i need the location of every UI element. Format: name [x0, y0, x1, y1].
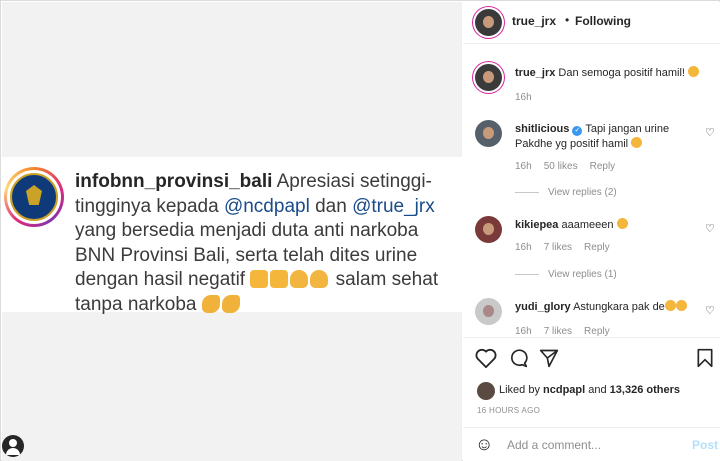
laughing-emoji-icon	[688, 66, 700, 77]
post-timestamp[interactable]: 16 HOURS AGO	[477, 406, 540, 415]
thumbs-up-emoji-icon	[270, 270, 289, 288]
follow-status-button[interactable]: Following	[575, 14, 631, 28]
comment-like-heart-icon[interactable]: ♡	[705, 304, 715, 317]
media-avatar-ring	[4, 167, 64, 227]
flex-emoji-icon	[201, 294, 220, 313]
comment-avatar[interactable]	[475, 298, 502, 325]
comment-text: yudi_glory Astungkara pak de	[515, 300, 695, 315]
comment-time: 16h	[515, 326, 532, 337]
smile-emoji-icon	[675, 300, 687, 311]
comment-username[interactable]: true_jrx	[515, 67, 555, 79]
comment-avatar[interactable]	[475, 216, 502, 243]
emoji-picker-icon[interactable]: ☺	[475, 435, 493, 453]
verified-badge-icon: ✓	[572, 126, 583, 136]
comment-time: 16h	[515, 92, 532, 103]
user-tag-icon[interactable]	[2, 435, 24, 457]
save-bookmark-icon[interactable]	[696, 348, 714, 368]
comment-text: true_jrx Dan semoga positif hamil!	[515, 66, 705, 81]
reply-button[interactable]: Reply	[584, 326, 610, 337]
liked-by-avatar[interactable]	[477, 382, 495, 400]
pray-emoji-icon	[664, 300, 676, 311]
mention-ncdpapl: @ncdpapl	[223, 195, 310, 217]
liked-by-text: Liked by ncdpapl and 13,326 others	[499, 384, 680, 396]
comment-username[interactable]: yudi_glory	[515, 301, 571, 313]
comment-likes[interactable]: 50 likes	[544, 161, 578, 172]
media-username: infobnn_provinsi_bali	[75, 171, 273, 192]
caption-screenshot: infobnn_provinsi_bali Apresiasi setinggi…	[2, 157, 462, 315]
header-username[interactable]: true_jrx	[512, 14, 556, 28]
comment-username[interactable]: shitlicious	[515, 123, 569, 135]
post-header: true_jrx • Following	[463, 2, 720, 44]
comment-likes[interactable]: 7 likes	[544, 242, 572, 253]
header-avatar[interactable]	[475, 9, 502, 36]
likes-count[interactable]: 13,326 others	[610, 384, 680, 396]
post-sidebar: true_jrx • Following true_jrx Dan semoga…	[463, 2, 720, 461]
view-replies-button[interactable]: View replies (1)	[515, 269, 617, 280]
comment-meta: 16h 50 likes Reply	[515, 161, 627, 172]
comment-avatar[interactable]	[475, 120, 502, 147]
liked-by-user[interactable]: ncdpapl	[543, 384, 585, 396]
comments-list[interactable]: true_jrx Dan semoga positif hamil! 16h s…	[463, 44, 720, 337]
thumbs-up-emoji-icon	[250, 270, 269, 288]
instagram-post-window: infobnn_provinsi_bali Apresiasi setinggi…	[0, 0, 720, 461]
comment-likes[interactable]: 7 likes	[544, 326, 572, 337]
post-media[interactable]: infobnn_provinsi_bali Apresiasi setinggi…	[2, 2, 462, 461]
post-comment-button[interactable]: Post	[692, 438, 718, 452]
bnn-emblem-icon	[26, 185, 42, 205]
comment-text: kikiepea aaameeen	[515, 218, 685, 233]
clap-emoji-icon	[290, 270, 309, 288]
comment-like-heart-icon[interactable]: ♡	[705, 126, 715, 139]
comment-meta: 16h 7 likes Reply	[515, 242, 622, 253]
comment-bubble-icon[interactable]	[507, 348, 529, 368]
comment-avatar[interactable]	[475, 64, 502, 91]
clap-emoji-icon	[310, 270, 329, 288]
comment-username[interactable]: kikiepea	[515, 219, 558, 231]
grin-emoji-icon	[631, 137, 643, 148]
reply-button[interactable]: Reply	[590, 161, 616, 172]
add-comment-bar: ☺ Post	[463, 427, 720, 461]
bnn-logo	[10, 173, 58, 221]
media-caption: infobnn_provinsi_bali Apresiasi setinggi…	[75, 171, 439, 315]
screaming-emoji-icon	[616, 218, 628, 229]
view-replies-button[interactable]: View replies (2)	[515, 187, 617, 198]
action-bar: Liked by ncdpapl and 13,326 others 16 HO…	[463, 337, 720, 427]
share-send-icon[interactable]	[539, 348, 559, 368]
flex-emoji-icon	[221, 294, 240, 313]
reply-button[interactable]: Reply	[584, 242, 610, 253]
like-heart-icon[interactable]	[475, 348, 497, 368]
comment-input[interactable]	[507, 436, 677, 454]
comment-meta: 16h	[515, 92, 544, 103]
comment-meta: 16h 7 likes Reply	[515, 326, 622, 337]
comment-time: 16h	[515, 161, 532, 172]
header-separator: •	[565, 13, 570, 27]
comment-like-heart-icon[interactable]: ♡	[705, 222, 715, 235]
comment-text: shitlicious ✓ Tapi jangan urine Pakdhe y…	[515, 123, 670, 150]
mention-true-jrx: @true_jrx	[352, 195, 435, 217]
comment-time: 16h	[515, 242, 532, 253]
